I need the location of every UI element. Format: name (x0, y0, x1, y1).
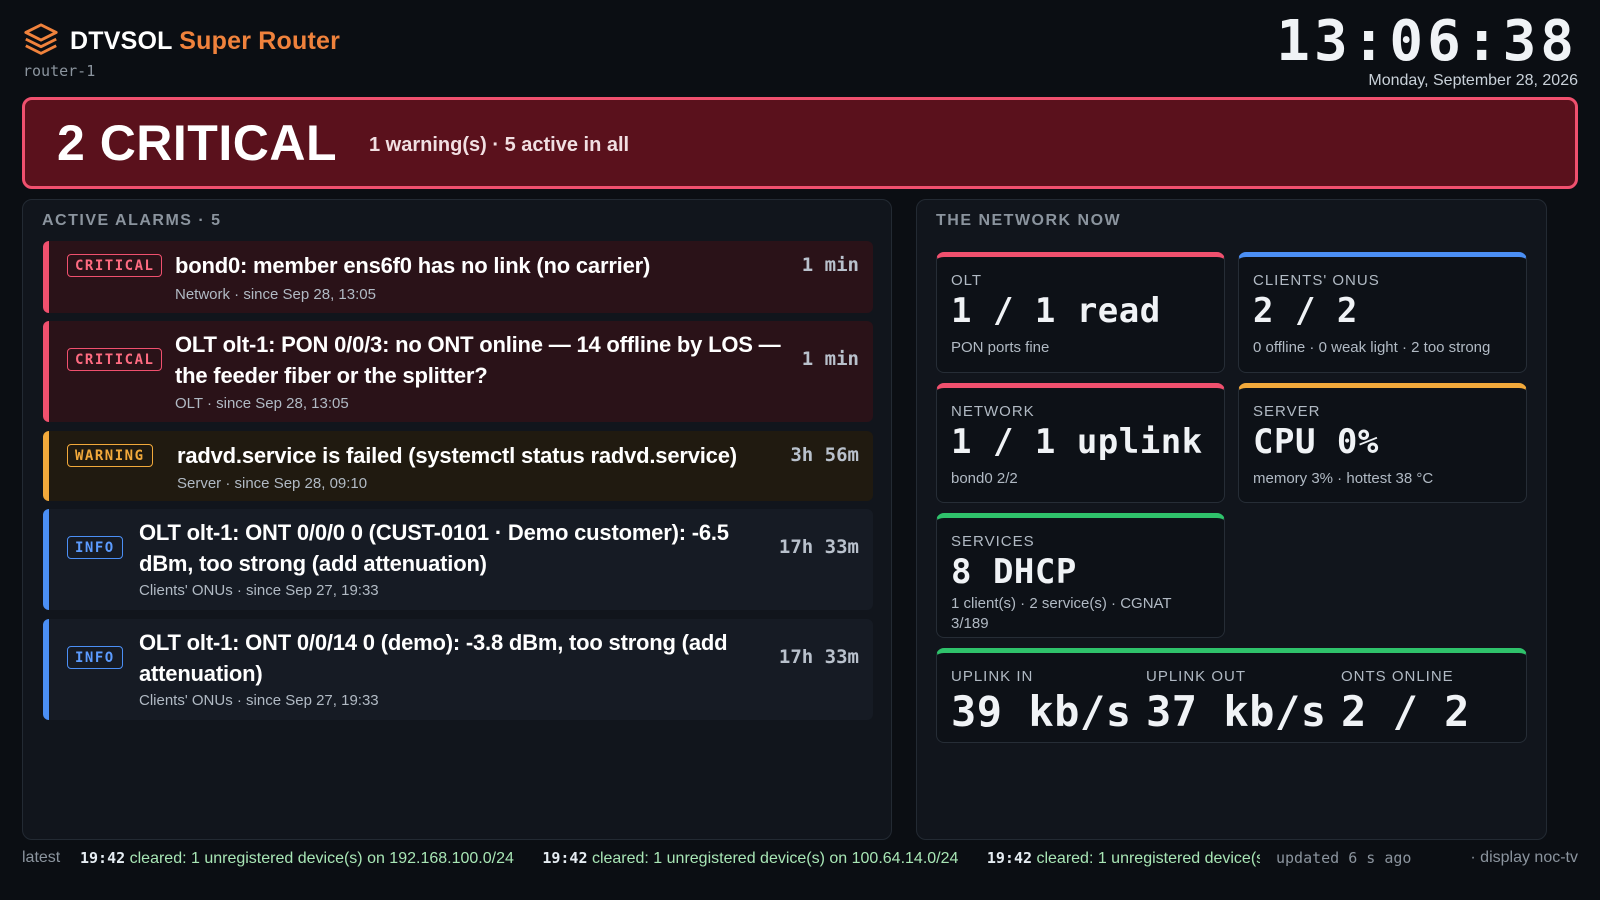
alarm-item[interactable]: WARNING radvd.service is failed (systemc… (43, 431, 873, 501)
latest-label: latest (22, 849, 61, 866)
card-value: 1 / 1 uplink (951, 422, 1203, 462)
card-sub-line: 1 client(s) · 2 service(s) · CGNAT (951, 595, 1172, 612)
event-text: cleared: 1 unregistered device(s) on 192… (129, 850, 514, 867)
card-sub-line: 3/189 (951, 615, 989, 632)
severity-badge: INFO (67, 646, 123, 669)
alarm-meta: OLT · since Sep 28, 13:05 (175, 395, 349, 412)
stat-value: 39 kb/s (951, 687, 1132, 736)
active-alarms-panel: ACTIVE ALARMS · 5 CRITICAL bond0: member… (22, 199, 892, 840)
card-sub: PON ports fine (951, 339, 1050, 356)
card-label: SERVICES (951, 533, 1035, 550)
alarm-age: 17h 33m (778, 646, 859, 668)
ticker-event: 19:42 cleared: 1 unregistered device(s) … (542, 849, 958, 868)
brand: DTVSOL Super Router router-1 (22, 22, 340, 80)
alarm-title-line: OLT olt-1: ONT 0/0/0 0 (CUST-0101 · Demo… (139, 520, 729, 545)
clock: 13:06:38 (1276, 9, 1578, 74)
card-value: 1 / 1 read (951, 291, 1161, 331)
card-sub: 0 offline · 0 weak light · 2 too strong (1253, 339, 1491, 356)
alarm-item[interactable]: INFO OLT olt-1: ONT 0/0/14 0 (demo): -3.… (43, 619, 873, 720)
alarm-meta: Clients' ONUs · since Sep 27, 19:33 (139, 582, 379, 599)
card-value: 8 DHCP (951, 552, 1077, 592)
services-card[interactable]: SERVICES 8 DHCP 1 client(s) · 2 service(… (936, 513, 1225, 638)
event-time: 19:42 (80, 849, 126, 867)
card-sub: memory 3% · hottest 38 °C (1253, 470, 1434, 487)
stat-label: ONTS ONLINE (1341, 668, 1454, 685)
alarm-title: OLT olt-1: ONT 0/0/14 0 (demo): -3.8 dBm… (139, 627, 728, 689)
severity-badge: WARNING (67, 444, 153, 467)
card-label: OLT (951, 272, 983, 289)
stat-label: UPLINK OUT (1146, 668, 1247, 685)
alarm-title-line: attenuation) (139, 661, 263, 686)
alarm-title-line: dBm, too strong (add attenuation) (139, 551, 487, 576)
network-now-panel: THE NETWORK NOW OLT 1 / 1 read PON ports… (916, 199, 1547, 840)
alarm-title: bond0: member ens6f0 has no link (no car… (175, 253, 651, 278)
event-ticker: 19:42 cleared: 1 unregistered device(s) … (80, 849, 1260, 868)
footer-ticker: latest 19:42 cleared: 1 unregistered dev… (22, 849, 1578, 871)
alarm-item[interactable]: INFO OLT olt-1: ONT 0/0/0 0 (CUST-0101 ·… (43, 509, 873, 610)
severity-badge: CRITICAL (67, 254, 163, 277)
alarm-title: OLT olt-1: PON 0/0/3: no ONT online — 14… (175, 329, 781, 391)
severity-badge: INFO (67, 536, 123, 559)
card-sub: bond0 2/2 (951, 470, 1018, 487)
panel-title: ACTIVE ALARMS · 5 (42, 212, 222, 229)
alarm-age: 3h 56m (790, 444, 859, 466)
alarm-meta: Clients' ONUs · since Sep 27, 19:33 (139, 692, 379, 709)
ticker-event: 19:42 cleared: 1 unregistered device(s (987, 849, 1260, 868)
alarm-item[interactable]: CRITICAL bond0: member ens6f0 has no lin… (43, 241, 873, 313)
alarm-title-line: OLT olt-1: PON 0/0/3: no ONT online — 14… (175, 332, 781, 357)
alarm-item[interactable]: CRITICAL OLT olt-1: PON 0/0/3: no ONT on… (43, 321, 873, 422)
traffic-stats-card[interactable]: UPLINK IN 39 kb/s UPLINK OUT 37 kb/s ONT… (936, 648, 1527, 743)
alarm-meta: Network · since Sep 28, 13:05 (175, 286, 376, 303)
app-title: DTVSOL Super Router (70, 27, 340, 56)
panel-title: THE NETWORK NOW (936, 212, 1122, 229)
alarm-title: OLT olt-1: ONT 0/0/0 0 (CUST-0101 · Demo… (139, 517, 729, 579)
banner-summary: 1 warning(s) · 5 active in all (369, 133, 630, 156)
clock-block: 13:06:38 Monday, September 28, 2026 (1276, 10, 1578, 90)
stat-label: UPLINK IN (951, 668, 1034, 685)
network-card[interactable]: NETWORK 1 / 1 uplink bond0 2/2 (936, 383, 1225, 503)
alarm-title: radvd.service is failed (systemctl statu… (177, 443, 737, 468)
brand-main: DTVSOL (70, 26, 173, 55)
olt-card[interactable]: OLT 1 / 1 read PON ports fine (936, 252, 1225, 373)
alarm-title-line: OLT olt-1: ONT 0/0/14 0 (demo): -3.8 dBm… (139, 630, 728, 655)
alarm-age: 1 min (801, 348, 859, 370)
onus-card[interactable]: CLIENTS' ONUS 2 / 2 0 offline · 0 weak l… (1238, 252, 1527, 373)
event-time: 19:42 (986, 849, 1033, 867)
layers-icon (24, 23, 58, 55)
banner-headline: 2 CRITICAL (57, 115, 337, 171)
card-value: CPU 0% (1253, 422, 1379, 462)
stat-value: 37 kb/s (1146, 687, 1327, 736)
event-text: cleared: 1 unregistered device(s (1036, 850, 1260, 867)
critical-banner: 2 CRITICAL 1 warning(s) · 5 active in al… (22, 97, 1578, 189)
ticker-event: 19:42 cleared: 1 unregistered device(s) … (80, 849, 514, 868)
hostname: router-1 (23, 62, 96, 80)
display-name: · display noc-tv (1470, 849, 1578, 866)
alarm-meta: Server · since Sep 28, 09:10 (177, 475, 368, 492)
card-sub: 1 client(s) · 2 service(s) · CGNAT 3/189 (951, 594, 1172, 634)
date: Monday, September 28, 2026 (1368, 72, 1578, 89)
card-value: 2 / 2 (1253, 291, 1358, 331)
alarm-age: 1 min (801, 254, 859, 276)
event-time: 19:42 (542, 849, 588, 867)
card-label: SERVER (1253, 403, 1321, 420)
updated-status: updated 6 s ago (1276, 849, 1412, 867)
brand-accent: Super Router (179, 26, 341, 55)
severity-badge: CRITICAL (67, 348, 163, 371)
event-text: cleared: 1 unregistered device(s) on 100… (591, 850, 959, 867)
card-label: NETWORK (951, 403, 1035, 420)
alarm-age: 17h 33m (778, 536, 859, 558)
card-label: CLIENTS' ONUS (1253, 272, 1380, 289)
alarm-title-line: the feeder fiber or the splitter? (175, 363, 488, 388)
server-card[interactable]: SERVER CPU 0% memory 3% · hottest 38 °C (1238, 383, 1527, 503)
header: DTVSOL Super Router router-1 13:06:38 Mo… (22, 10, 1578, 90)
stat-value: 2 / 2 (1341, 687, 1470, 736)
